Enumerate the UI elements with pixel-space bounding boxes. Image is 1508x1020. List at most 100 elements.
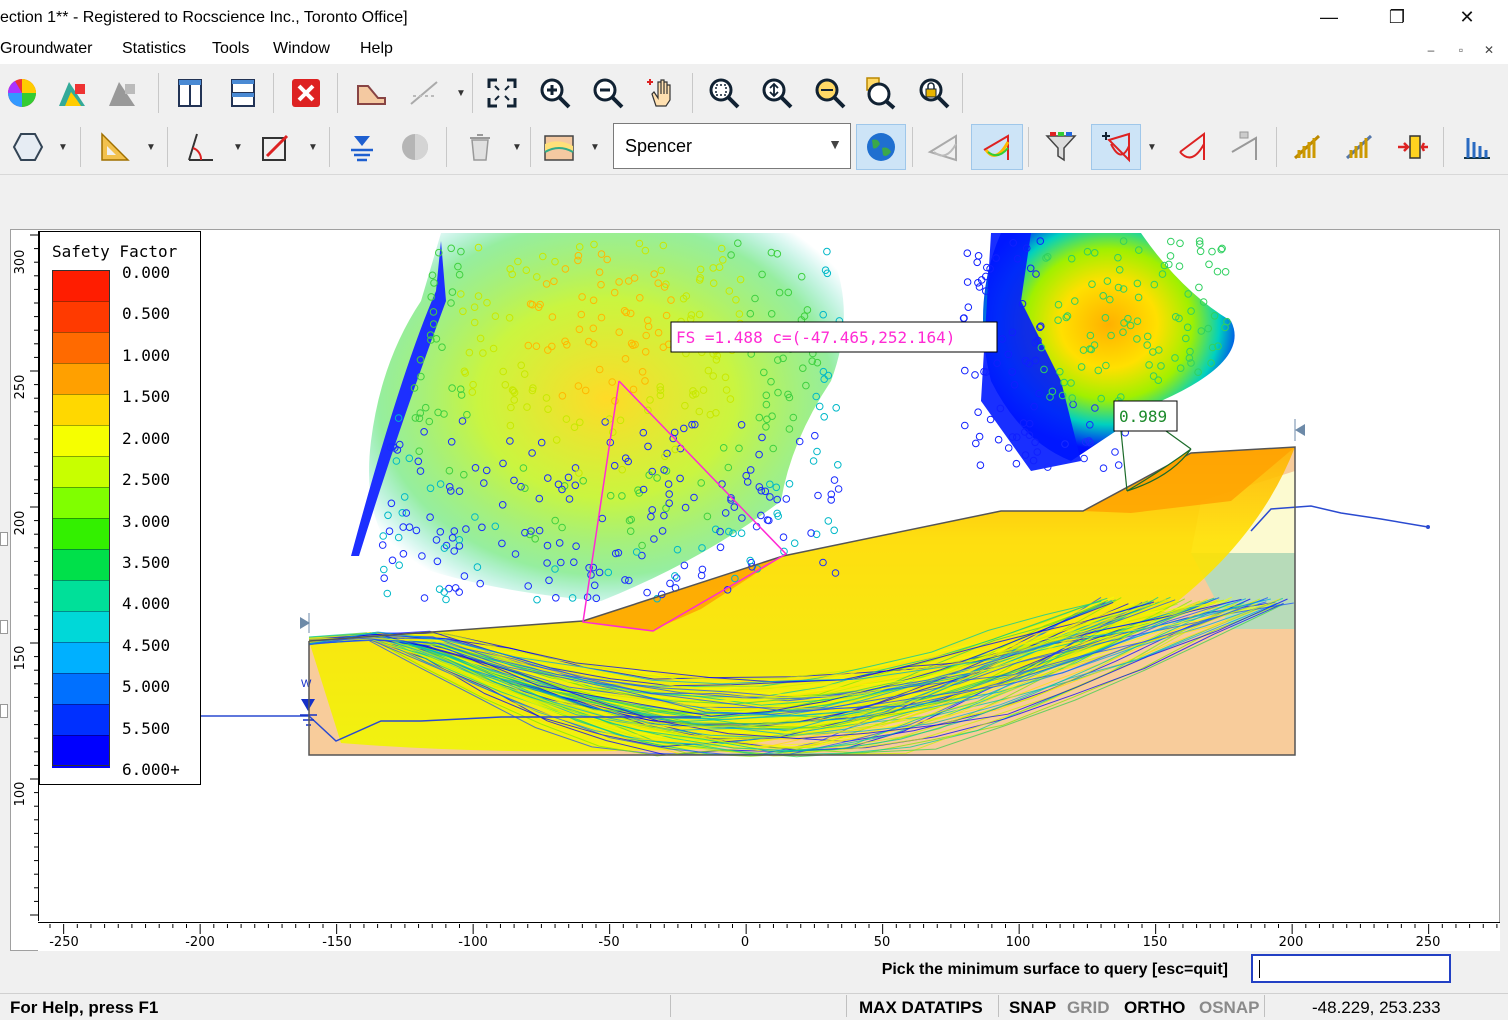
water-table-icon[interactable] — [340, 125, 384, 169]
ruler-triangle-icon[interactable] — [93, 125, 137, 169]
slice-data-icon[interactable] — [1286, 125, 1330, 169]
safety-factor-legend[interactable]: Safety Factor 0.000 0.500 1.000 1.500 2.… — [39, 231, 201, 785]
grid-center-point — [1099, 464, 1108, 473]
menu-help[interactable]: Help — [360, 40, 393, 58]
zoom-in-icon[interactable] — [533, 71, 577, 115]
ortho-toggle[interactable]: ORTHO — [1124, 998, 1185, 1018]
left-scroll-marker[interactable] — [0, 532, 8, 546]
legend-value: 1.500 — [122, 387, 171, 406]
mdi-minimize-button[interactable]: – — [1420, 40, 1442, 60]
split-vertical-icon[interactable] — [168, 71, 212, 115]
grid-toggle[interactable]: GRID — [1067, 998, 1110, 1018]
slice-forces-icon[interactable] — [1338, 125, 1382, 169]
left-scroll-marker[interactable] — [0, 620, 8, 634]
grid-center-point — [1111, 448, 1119, 456]
grid-center-point — [666, 579, 674, 588]
angle-icon[interactable] — [178, 125, 222, 169]
zoom-all-icon[interactable] — [755, 71, 799, 115]
mdi-restore-button[interactable]: ▫ — [1450, 40, 1472, 60]
grid-center-point — [445, 584, 453, 593]
zoom-out-icon[interactable] — [586, 71, 630, 115]
graph-icon[interactable] — [1455, 125, 1499, 169]
zoom-lock-icon[interactable] — [912, 71, 956, 115]
all-surfaces-icon[interactable] — [971, 124, 1023, 170]
contour-grey-icon[interactable] — [100, 71, 144, 115]
toolbar-separator — [692, 73, 693, 113]
support-force-icon[interactable] — [1391, 125, 1435, 169]
left-scroll-marker[interactable] — [0, 704, 8, 718]
close-view-icon[interactable] — [284, 71, 328, 115]
menu-groundwater[interactable]: Groundwater — [0, 40, 93, 58]
dropdown-arrow-icon[interactable]: ▼ — [232, 125, 244, 169]
osnap-toggle[interactable]: OSNAP — [1199, 998, 1259, 1018]
status-separator — [846, 995, 847, 1017]
color-wheel-icon[interactable] — [0, 71, 44, 115]
slip-surface-grey-icon[interactable] — [921, 125, 965, 169]
grid-center-point — [1205, 260, 1213, 269]
dropdown-arrow-icon[interactable]: ▼ — [455, 71, 467, 115]
grid-center-point — [680, 561, 689, 570]
mdi-close-button[interactable]: ✕ — [1478, 40, 1500, 60]
contour-colors-icon[interactable] — [50, 71, 94, 115]
zoom-previous-icon[interactable] — [808, 71, 852, 115]
pan-hand-icon[interactable] — [639, 71, 683, 115]
command-input[interactable] — [1251, 954, 1451, 983]
slope-plot-canvas[interactable]: W FS =1.488 c=(-47.465,252.164) 0.989 — [11, 230, 1500, 951]
edit-boundary-icon[interactable] — [254, 125, 298, 169]
status-separator — [670, 995, 671, 1017]
materials-icon[interactable] — [537, 125, 581, 169]
menu-statistics[interactable]: Statistics — [122, 40, 186, 58]
analysis-method-select[interactable]: Spencer ▼ — [613, 123, 851, 169]
global-minimum-label-box[interactable]: FS =1.488 c=(-47.465,252.164) — [670, 321, 998, 353]
toolbar-separator — [337, 73, 338, 113]
zoom-extents-icon[interactable] — [480, 71, 524, 115]
dropdown-arrow-icon[interactable]: ▼ — [307, 125, 319, 169]
sphere-grey-icon[interactable] — [393, 125, 437, 169]
x-tick-label: 50 — [874, 935, 891, 950]
query-surface-icon[interactable] — [1091, 124, 1141, 170]
model-view[interactable]: W FS =1.488 c=(-47.465,252.164) 0.989 — [10, 229, 1500, 951]
toolbar-separator — [446, 127, 447, 167]
grid-center-point — [1004, 444, 1013, 452]
delete-icon[interactable] — [458, 125, 502, 169]
grid-center-point — [964, 303, 973, 312]
delete-query-icon[interactable] — [1221, 125, 1265, 169]
zoom-window-icon[interactable] — [702, 71, 746, 115]
snap-toggle[interactable]: SNAP — [1009, 998, 1056, 1018]
slope-disabled-icon[interactable] — [402, 71, 446, 115]
zoom-slope-icon[interactable] — [858, 71, 902, 115]
slip-surface-red-icon[interactable] — [1169, 125, 1213, 169]
dropdown-arrow-icon[interactable]: ▼ — [1146, 125, 1158, 169]
minimize-button[interactable]: — — [1306, 0, 1352, 34]
globe-icon[interactable] — [856, 124, 906, 170]
grid-center-point — [533, 595, 541, 604]
legend-swatch-frame — [52, 270, 110, 766]
slope-section-icon[interactable] — [349, 71, 393, 115]
grid-center-point — [1175, 262, 1184, 271]
menu-tools[interactable]: Tools — [212, 40, 249, 58]
menu-window[interactable]: Window — [273, 40, 330, 58]
split-horizontal-icon[interactable] — [221, 71, 265, 115]
dropdown-arrow-icon[interactable]: ▼ — [57, 125, 69, 169]
legend-value: 5.000 — [122, 677, 171, 696]
legend-value: 3.000 — [122, 512, 171, 531]
max-datatips-toggle[interactable]: MAX DATATIPS — [859, 998, 983, 1018]
legend-value: 4.000 — [122, 594, 171, 613]
filter-icon[interactable] — [1039, 125, 1083, 169]
legend-value: 2.500 — [122, 470, 171, 489]
status-help-text: For Help, press F1 — [10, 998, 159, 1017]
restore-button[interactable]: ❐ — [1374, 0, 1420, 34]
workspace-background — [0, 175, 1508, 230]
dropdown-arrow-icon[interactable]: ▼ — [589, 125, 601, 169]
grid-center-point — [809, 457, 818, 465]
grid-center-point — [975, 283, 984, 291]
close-button[interactable]: ✕ — [1444, 0, 1490, 34]
y-axis-ruler: 300 250 200 150 100 — [12, 231, 39, 921]
dropdown-arrow-icon[interactable]: ▼ — [145, 125, 157, 169]
grid-center-point — [973, 258, 982, 267]
grid-center-point — [1166, 252, 1175, 260]
dropdown-arrow-icon[interactable]: ▼ — [511, 125, 523, 169]
grid-center-point — [442, 595, 450, 604]
queried-surface-label-box[interactable]: 0.989 — [1113, 400, 1178, 432]
hexagon-icon[interactable] — [6, 125, 50, 169]
